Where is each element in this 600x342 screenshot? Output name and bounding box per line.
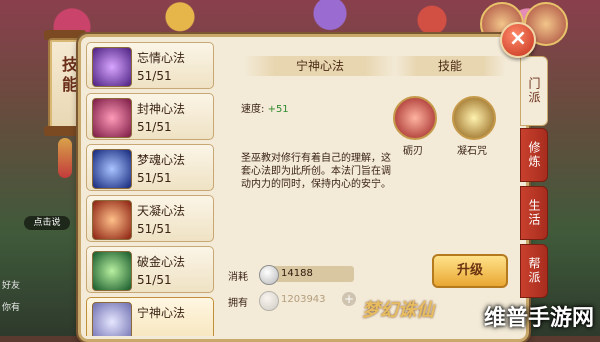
skill-icon [92, 251, 132, 291]
silver-coin-icon [259, 291, 279, 311]
upgrade-button[interactable]: 升级 [432, 254, 508, 288]
tab-guild[interactable]: 帮派 [520, 244, 548, 298]
skill-icon [92, 98, 132, 138]
game-logo: 梦幻诛仙 [362, 300, 434, 321]
skill-item[interactable]: 天凝心法 51/51 [86, 195, 214, 242]
skill-level: 51/51 [137, 171, 172, 185]
speed-value: +51 [267, 104, 289, 115]
skill-item-selected[interactable]: 宁神心法 [86, 297, 214, 336]
chat-bubble[interactable]: 点击说 [24, 216, 70, 230]
chat-area: 点击说 好友 你有 [0, 210, 76, 336]
skill-item[interactable]: 梦魂心法 51/51 [86, 144, 214, 191]
skill-level: 51/51 [137, 222, 172, 236]
skill-level: 51/51 [137, 273, 172, 287]
speed-stat: 速度: +51 [241, 100, 289, 115]
chat-label: 你有 [2, 303, 21, 313]
add-silver-button[interactable]: + [342, 292, 356, 306]
ability-label: 砺刃 [403, 146, 423, 157]
skill-item[interactable]: 忘情心法 51/51 [86, 42, 214, 89]
consume-value: 14188 [281, 268, 313, 279]
skill-level: 51/51 [137, 120, 172, 134]
tab-sect[interactable]: 门派 [520, 56, 548, 126]
close-button[interactable]: × [500, 22, 536, 58]
skill-icon [92, 200, 132, 240]
skill-name: 天凝心法 [137, 204, 186, 218]
skill-name: 忘情心法 [137, 51, 186, 65]
skill-description: 圣巫教对修行有着自己的理解，这套心法即为此所创。本法门旨在调动内力的同时，保持内… [241, 153, 391, 190]
tab-life[interactable]: 生活 [520, 186, 548, 240]
skill-icon [92, 47, 132, 87]
skill-level: 51/51 [137, 69, 172, 83]
silver-coin-icon [259, 265, 279, 285]
tassel-icon [58, 138, 72, 178]
skill-icon [92, 149, 132, 189]
stone-curse-icon[interactable] [452, 96, 496, 140]
fist-icon[interactable] [393, 96, 437, 140]
skill-item[interactable]: 封神心法 51/51 [86, 93, 214, 140]
own-value: 1203943 [281, 294, 326, 305]
skill-list: 忘情心法 51/51 封神心法 51/51 梦魂心法 51/51 天凝心法 51… [86, 42, 214, 336]
tab-cultivate[interactable]: 修炼 [520, 128, 548, 182]
detail-title: 宁神心法 [245, 56, 395, 76]
ability-label: 凝石咒 [457, 146, 487, 157]
speed-label: 速度: [241, 104, 265, 115]
watermark: 维普手游网 [483, 306, 594, 331]
skill-name: 梦魂心法 [137, 153, 186, 167]
skill-name: 破金心法 [137, 255, 186, 269]
skill-item[interactable]: 破金心法 51/51 [86, 246, 214, 293]
skills-panel-title: 技能 [395, 56, 505, 76]
chat-label: 好友 [2, 281, 21, 291]
skill-icon [92, 302, 132, 336]
consume-label: 消耗 [228, 272, 248, 283]
own-label: 拥有 [228, 298, 248, 309]
skill-name: 封神心法 [137, 102, 186, 116]
lantern-label: 技能 [59, 56, 78, 96]
skill-name: 宁神心法 [137, 306, 186, 320]
